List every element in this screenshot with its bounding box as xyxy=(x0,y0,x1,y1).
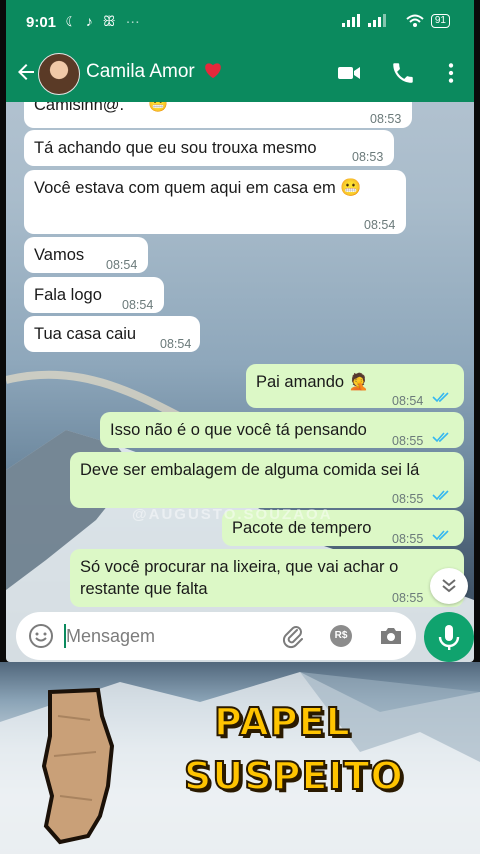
message-text: Camisinh@. xyxy=(34,102,125,114)
attach-icon[interactable] xyxy=(280,623,306,649)
chevron-down-icon xyxy=(442,579,456,593)
phone-screen: 9:01 ☾ ♪ ꕥ ⋯ 91 Camila Amor Camisinh@. 😬… xyxy=(6,0,474,662)
currency-icon[interactable]: R$ xyxy=(330,625,352,647)
message-time: 08:53 xyxy=(352,150,384,164)
battery-level: 91 xyxy=(434,14,446,26)
message-text: Isso não é o que você tá pensando xyxy=(110,421,367,439)
battery-icon: 91 xyxy=(430,13,450,28)
watermark-text: @AUGUSTO.SOUZAOA xyxy=(132,506,333,523)
red-heart-icon xyxy=(205,63,221,79)
double-check-icon xyxy=(432,530,449,541)
screen: 9:01 ☾ ♪ ꕥ ⋯ 91 Camila Amor Camisinh@. 😬… xyxy=(0,0,480,854)
message-time: 08:55 xyxy=(392,434,424,448)
message-bubble-outgoing[interactable]: Deve ser embalagem de alguma comida sei … xyxy=(70,452,464,508)
status-bar: 9:01 ☾ ♪ ꕥ ⋯ 91 xyxy=(6,0,474,46)
video-call-icon[interactable] xyxy=(336,60,362,86)
message-time: 08:54 xyxy=(364,218,396,232)
camera-icon[interactable] xyxy=(378,623,404,649)
message-input-placeholder[interactable]: Mensagem xyxy=(66,626,155,647)
overlay-title-line2: SUSPEITO xyxy=(183,753,404,799)
contact-name-text: Camila Amor xyxy=(86,61,195,82)
message-bubble-outgoing[interactable]: Isso não é o que você tá pensando 08:55 xyxy=(100,412,464,448)
signal-battery-indicator: 91 xyxy=(342,13,450,28)
message-text: Fala logo xyxy=(34,286,102,304)
notification-icons: ☾ ♪ ꕥ ⋯ xyxy=(66,13,143,29)
grimace-emoji-icon: 😬 xyxy=(340,178,362,197)
double-check-icon xyxy=(432,432,449,443)
contact-avatar[interactable] xyxy=(38,53,80,95)
message-text: Pai amando xyxy=(256,373,345,391)
message-input-bar[interactable]: Mensagem R$ xyxy=(16,612,416,660)
status-time: 9:01 xyxy=(26,14,57,31)
message-bubble-outgoing[interactable]: Só você procurar na lixeira, que vai ach… xyxy=(70,549,464,607)
message-time: 08:54 xyxy=(122,298,154,312)
phone-icon[interactable] xyxy=(390,60,416,86)
more-vert-icon[interactable] xyxy=(438,60,464,86)
emoji-icon[interactable] xyxy=(28,623,54,649)
message-text: Você estava com quem aqui em casa em xyxy=(34,179,336,197)
scroll-to-bottom-button[interactable] xyxy=(430,568,468,604)
mic-icon xyxy=(438,625,460,650)
message-time: 08:54 xyxy=(392,394,424,408)
message-bubble-incoming[interactable]: Você estava com quem aqui em casa em 😬 0… xyxy=(24,170,406,234)
message-time: 08:55 xyxy=(392,532,424,546)
back-arrow-icon[interactable] xyxy=(14,60,38,84)
message-text: Tá achando que eu sou trouxa mesmo xyxy=(34,139,317,157)
wifi-icon xyxy=(405,14,424,27)
message-bubble-incoming[interactable]: Camisinh@. 😬 08:53 xyxy=(24,102,412,128)
message-time: 08:55 xyxy=(392,492,424,506)
message-text: Só você procurar na lixeira, que vai ach… xyxy=(80,558,399,598)
mic-button[interactable] xyxy=(424,612,474,662)
message-time: 08:55 xyxy=(392,591,424,605)
facepalm-emoji-icon: 🤦 xyxy=(348,374,369,391)
grimace-emoji-icon: 😬 xyxy=(148,102,168,113)
message-text: Vamos xyxy=(34,246,85,264)
chat-header: Camila Amor xyxy=(6,46,474,102)
message-bubble-outgoing[interactable]: Pai amando 🤦 08:54 xyxy=(246,364,464,408)
message-text: Tua casa caiu xyxy=(34,325,137,343)
contact-name[interactable]: Camila Amor xyxy=(86,61,223,83)
message-bubble-incoming[interactable]: Tua casa caiu 08:54 xyxy=(24,316,200,352)
message-bubble-incoming[interactable]: Fala logo 08:54 xyxy=(24,277,164,313)
double-check-icon xyxy=(432,392,449,403)
signal-icon xyxy=(342,13,387,27)
overlay-title-line1: PAPEL xyxy=(213,699,351,745)
message-time: 08:54 xyxy=(106,258,138,272)
message-bubble-incoming[interactable]: Vamos 08:54 xyxy=(24,237,148,273)
message-bubble-incoming[interactable]: Tá achando que eu sou trouxa mesmo 08:53 xyxy=(24,130,394,166)
message-time: 08:54 xyxy=(160,337,192,351)
message-text: Deve ser embalagem de alguma comida sei … xyxy=(80,461,420,479)
paper-piece-image xyxy=(41,687,115,845)
double-check-icon xyxy=(432,490,449,501)
message-list[interactable]: Camisinh@. 😬 08:53 Tá achando que eu sou… xyxy=(6,102,474,610)
message-time: 08:53 xyxy=(370,112,402,126)
